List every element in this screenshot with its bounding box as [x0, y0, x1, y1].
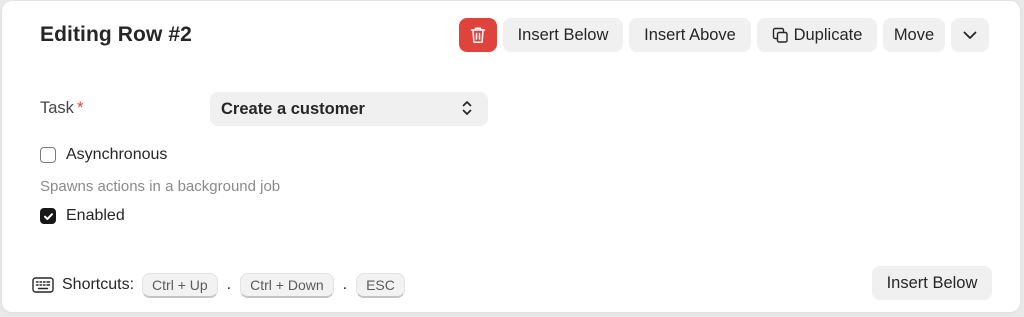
asynchronous-description: Spawns actions in a background job: [40, 178, 280, 195]
shortcut-key-ctrl-down: Ctrl + Down: [240, 273, 334, 298]
chevron-updown-icon: [462, 100, 472, 116]
required-mark: *: [77, 99, 83, 117]
asynchronous-label: Asynchronous: [66, 146, 167, 164]
trash-icon: [470, 26, 486, 44]
delete-button[interactable]: [459, 18, 497, 52]
task-label-text: Task: [40, 99, 74, 117]
keyboard-icon: [32, 276, 54, 294]
shortcut-separator: .: [227, 276, 231, 294]
task-select[interactable]: Create a customer: [210, 92, 488, 126]
enabled-row: Enabled: [40, 207, 125, 225]
shortcuts-label: Shortcuts:: [62, 276, 134, 294]
shortcut-key-esc: ESC: [356, 273, 405, 298]
enabled-checkbox[interactable]: [40, 208, 56, 224]
insert-below-button[interactable]: Insert Below: [503, 18, 623, 52]
page-title: Editing Row #2: [40, 23, 192, 47]
asynchronous-row: Asynchronous: [40, 146, 167, 164]
copy-icon: [772, 27, 789, 44]
shortcuts-bar: Shortcuts: Ctrl + Up . Ctrl + Down . ESC: [32, 271, 405, 299]
row-editor-panel: Editing Row #2 Insert Below Insert Above…: [2, 1, 1020, 312]
task-label: Task*: [40, 99, 83, 118]
duplicate-button[interactable]: Duplicate: [757, 18, 877, 52]
insert-above-button[interactable]: Insert Above: [629, 18, 751, 52]
more-actions-button[interactable]: [951, 18, 989, 52]
chevron-down-icon: [963, 31, 977, 40]
asynchronous-checkbox[interactable]: [40, 147, 56, 163]
task-select-value: Create a customer: [221, 100, 365, 119]
shortcut-key-ctrl-up: Ctrl + Up: [142, 273, 218, 298]
enabled-label: Enabled: [66, 207, 125, 225]
move-button[interactable]: Move: [883, 18, 945, 52]
duplicate-label: Duplicate: [794, 26, 863, 45]
footer-insert-below-button[interactable]: Insert Below: [872, 266, 992, 300]
check-icon: [42, 210, 55, 223]
shortcut-separator: .: [343, 276, 347, 294]
